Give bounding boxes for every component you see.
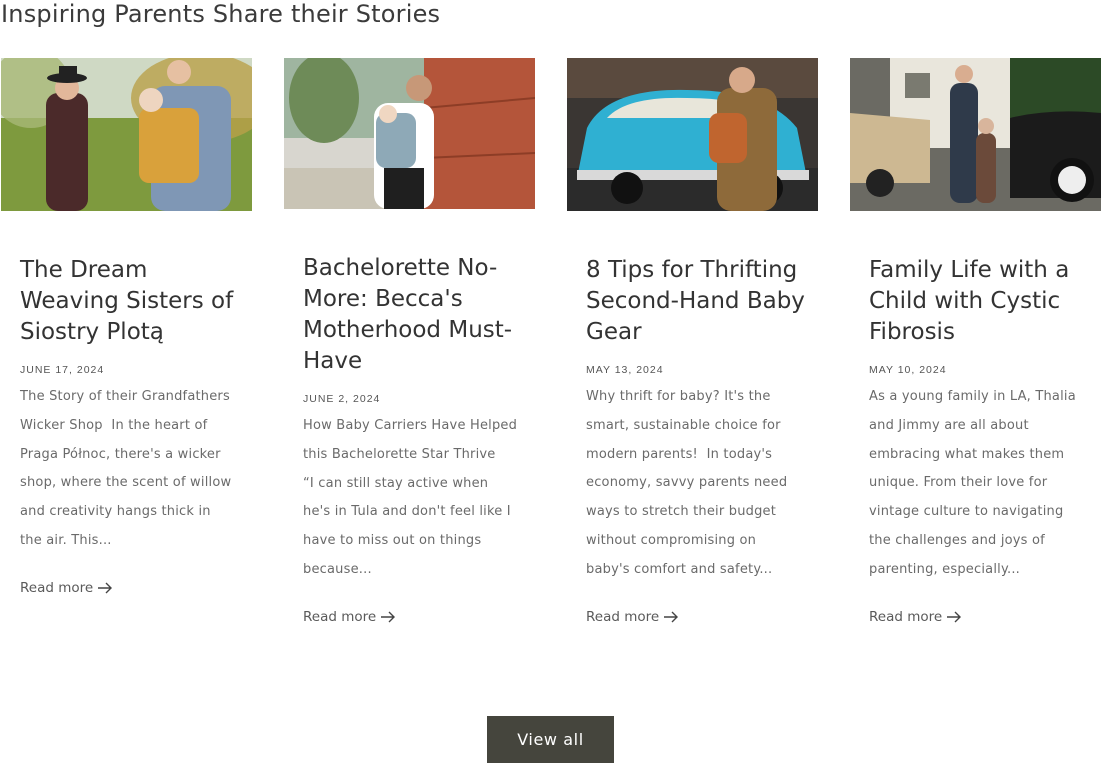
read-more-label: Read more (586, 608, 660, 625)
arrow-right-icon (381, 611, 396, 623)
read-more-link[interactable]: Read more (586, 609, 679, 625)
story-title[interactable]: 8 Tips for Thrifting Second-Hand Baby Ge… (586, 255, 811, 348)
story-image-link[interactable] (1, 58, 252, 211)
story-excerpt: As a young family in LA, Thalia and Jimm… (869, 389, 1081, 577)
story-card: The Dream Weaving Sisters of Siostry Plo… (1, 58, 253, 597)
read-more-label: Read more (303, 608, 377, 625)
story-title[interactable]: Bachelorette No-More: Becca's Motherhood… (303, 253, 528, 377)
story-card: Bachelorette No-More: Becca's Motherhood… (284, 58, 536, 626)
story-excerpt: Why thrift for baby? It's the smart, sus… (586, 389, 792, 577)
section-title: Inspiring Parents Share their Stories (1, 0, 441, 28)
read-more-link[interactable]: Read more (20, 580, 113, 596)
story-date: JUNE 17, 2024 (20, 364, 105, 376)
story-date: JUNE 2, 2024 (303, 393, 381, 405)
story-title[interactable]: Family Life with a Child with Cystic Fib… (869, 255, 1094, 348)
story-image-link[interactable] (567, 58, 818, 211)
story-photo-family (850, 58, 1101, 211)
read-more-link[interactable]: Read more (869, 609, 962, 625)
story-excerpt: How Baby Carriers Have Helped this Bache… (303, 418, 522, 577)
story-card: 8 Tips for Thrifting Second-Hand Baby Ge… (567, 58, 819, 626)
view-all-button[interactable]: View all (487, 716, 614, 763)
story-photo-thrifting (567, 58, 818, 211)
story-title[interactable]: The Dream Weaving Sisters of Siostry Plo… (20, 255, 245, 348)
story-date: MAY 13, 2024 (586, 364, 664, 376)
story-image-link[interactable] (284, 58, 535, 209)
story-photo-sisters (1, 58, 252, 211)
story-image-link[interactable] (850, 58, 1101, 211)
story-excerpt: The Story of their Grandfathers Wicker S… (20, 389, 236, 548)
read-more-label: Read more (20, 579, 94, 596)
story-date: MAY 10, 2024 (869, 364, 947, 376)
story-photo-becca (284, 58, 535, 209)
arrow-right-icon (947, 611, 962, 623)
story-card: Family Life with a Child with Cystic Fib… (850, 58, 1101, 626)
read-more-link[interactable]: Read more (303, 609, 396, 625)
arrow-right-icon (98, 582, 113, 594)
read-more-label: Read more (869, 608, 943, 625)
arrow-right-icon (664, 611, 679, 623)
